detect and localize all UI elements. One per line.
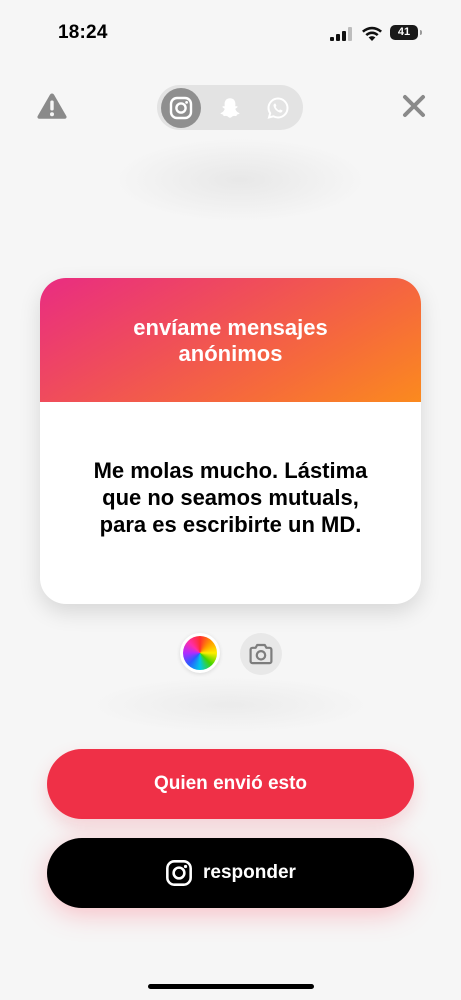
card-body: Me molas mucho. Lástima que no seamos mu… xyxy=(40,402,421,604)
camera-button[interactable] xyxy=(240,633,282,675)
snapchat-icon xyxy=(220,98,240,118)
reply-label: responder xyxy=(203,862,296,883)
color-picker-button[interactable] xyxy=(180,633,220,673)
close-icon[interactable] xyxy=(400,92,428,120)
reply-button[interactable]: responder xyxy=(47,838,414,908)
card-title: envíame mensajes anónimos xyxy=(133,315,328,366)
message-card: envíame mensajes anónimos Me molas mucho… xyxy=(40,278,421,604)
card-header: envíame mensajes anónimos xyxy=(40,278,421,402)
camera-icon xyxy=(249,643,273,665)
wifi-icon xyxy=(362,26,382,41)
share-option-snapchat[interactable] xyxy=(210,88,250,128)
who-sent-this-button[interactable]: Quien envió esto xyxy=(47,749,414,819)
cellular-signal-icon xyxy=(330,27,352,41)
card-message: Me molas mucho. Lástima que no seamos mu… xyxy=(93,457,368,537)
color-wheel-icon xyxy=(183,636,217,670)
who-sent-this-label: Quien envió esto xyxy=(153,773,308,794)
status-bar: 18:24 41 xyxy=(0,0,461,60)
home-indicator[interactable] xyxy=(148,984,314,989)
instagram-icon xyxy=(166,860,192,886)
status-time: 18:24 xyxy=(58,22,108,43)
instagram-icon xyxy=(169,96,193,120)
share-platform-toggle xyxy=(157,85,303,130)
share-option-instagram[interactable] xyxy=(161,88,201,128)
report-warning-icon[interactable] xyxy=(36,92,68,120)
share-option-whatsapp[interactable] xyxy=(258,88,298,128)
battery-indicator: 41 xyxy=(390,25,422,40)
whatsapp-icon xyxy=(267,97,289,119)
